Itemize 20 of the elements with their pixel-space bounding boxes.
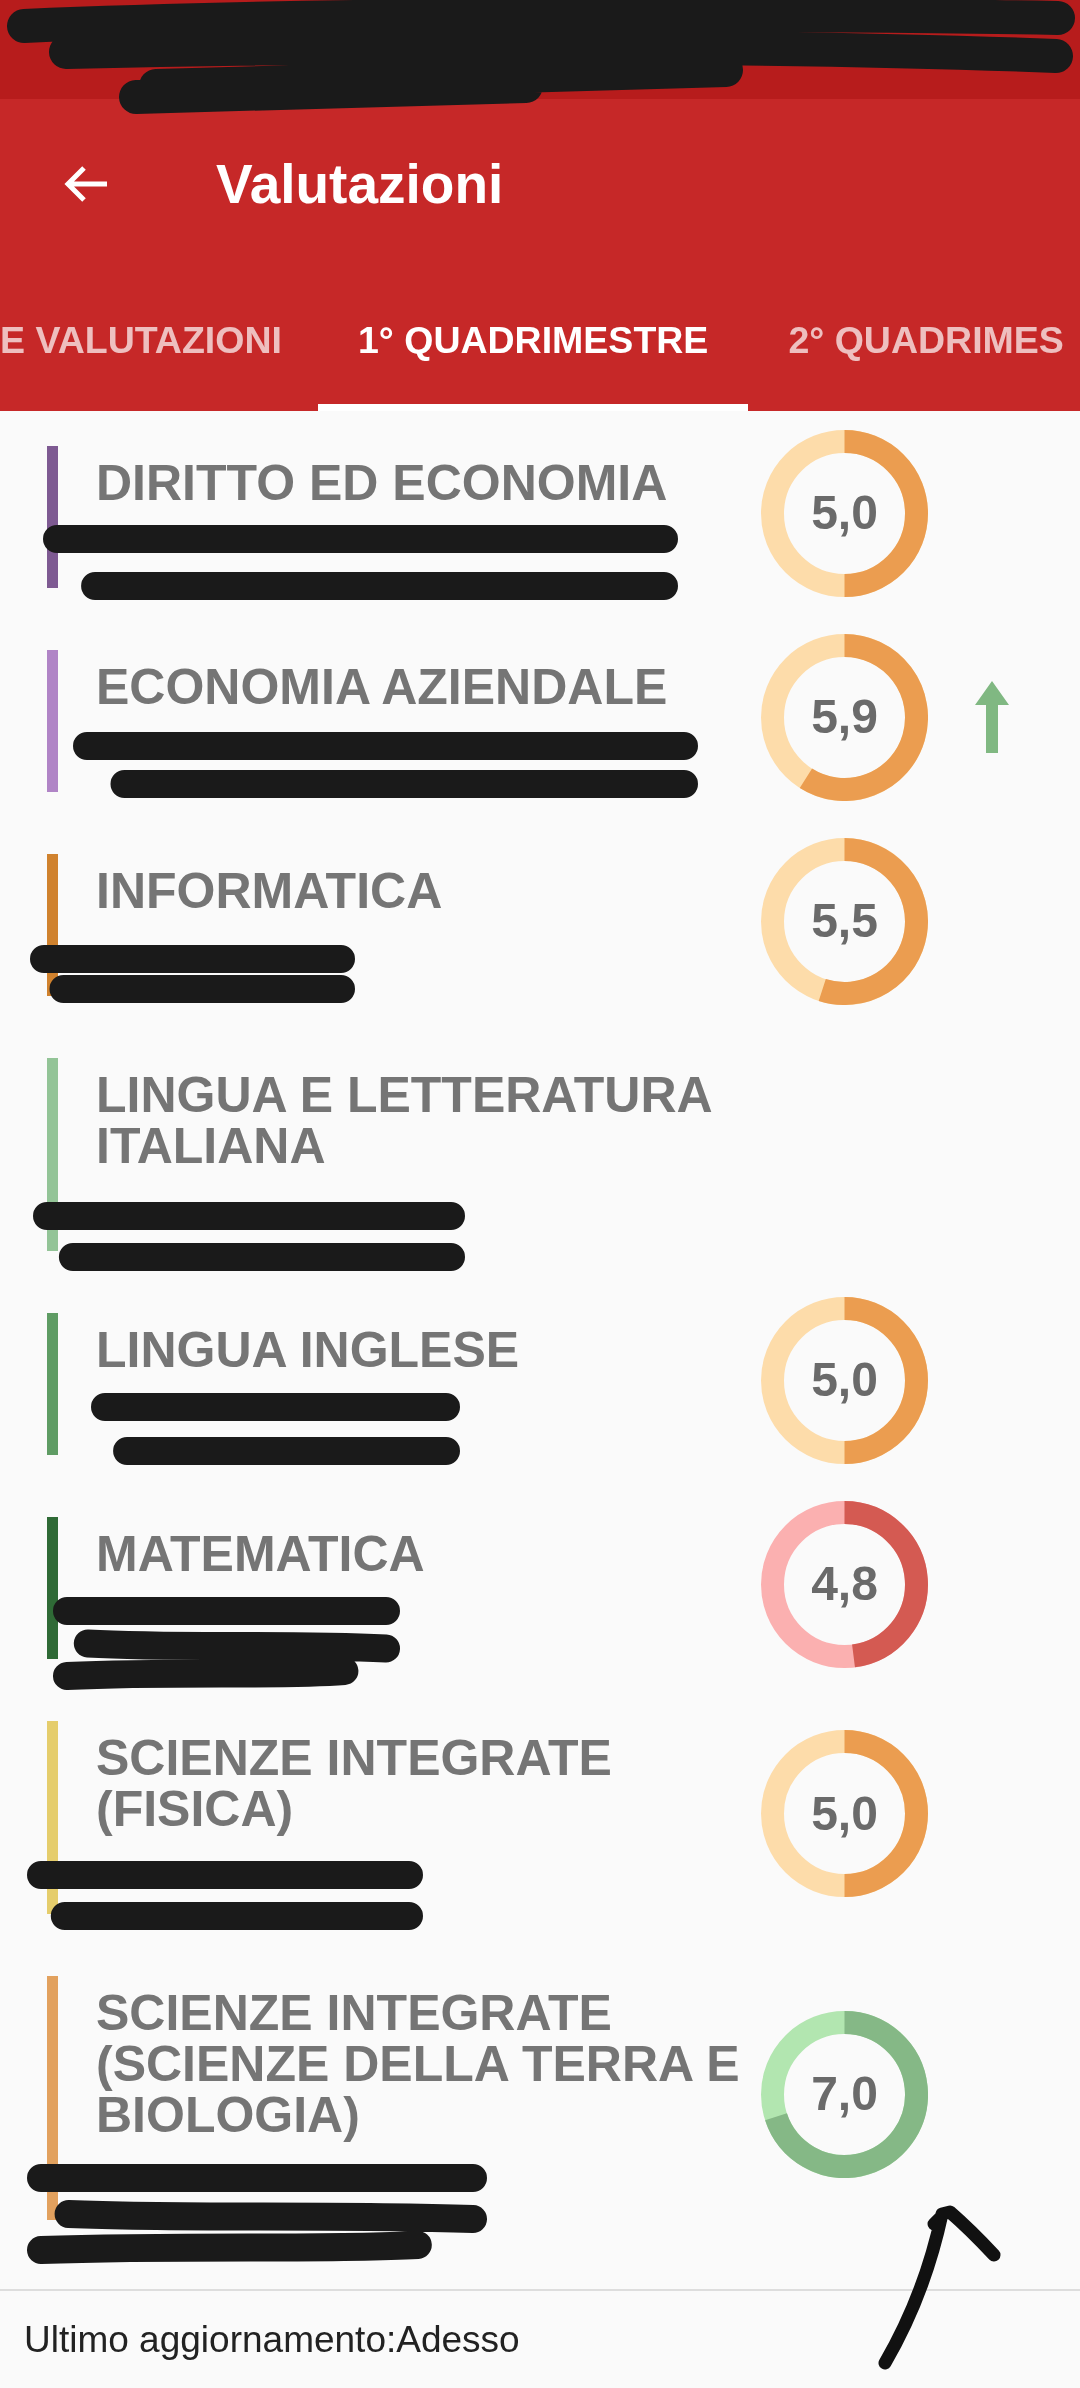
grade-value: 5,0 <box>811 1356 878 1404</box>
tab[interactable]: E VALUTAZIONI <box>0 269 318 411</box>
grade-value: 4,8 <box>811 1560 878 1608</box>
subject-name: LINGUA E LETTERATURA ITALIANA <box>96 1070 712 1172</box>
grade-value: 5,5 <box>811 897 878 945</box>
last-update-text: Ultimo aggiornamento:Adesso <box>24 2318 520 2361</box>
subject-name: MATEMATICA <box>96 1529 426 1580</box>
subject-name: ECONOMIA AZIENDALE <box>96 662 669 713</box>
grade-value: 5,0 <box>811 1789 878 1838</box>
tab[interactable]: 1° QUADRIMESTRE <box>317 269 749 411</box>
grade-value: 5,9 <box>811 693 878 741</box>
subject-name: DIRITTO ED ECONOMIA <box>96 458 669 509</box>
tab[interactable]: 2° QUADRIMES <box>748 269 1064 411</box>
grade-value: 7,0 <box>811 2070 878 2118</box>
subject-name: LINGUA INGLESE <box>96 1325 521 1376</box>
subject-name: SCIENZE INTEGRATE (SCIENZE DELLA TERRA E BIOLOGIA) <box>96 1988 741 2141</box>
subject-name: SCIENZE INTEGRATE (FISICA) <box>96 1733 613 1835</box>
grade-value: 5,0 <box>811 489 878 537</box>
screen-title: Valutazioni <box>216 152 504 216</box>
subject-name: INFORMATICA <box>96 866 444 917</box>
